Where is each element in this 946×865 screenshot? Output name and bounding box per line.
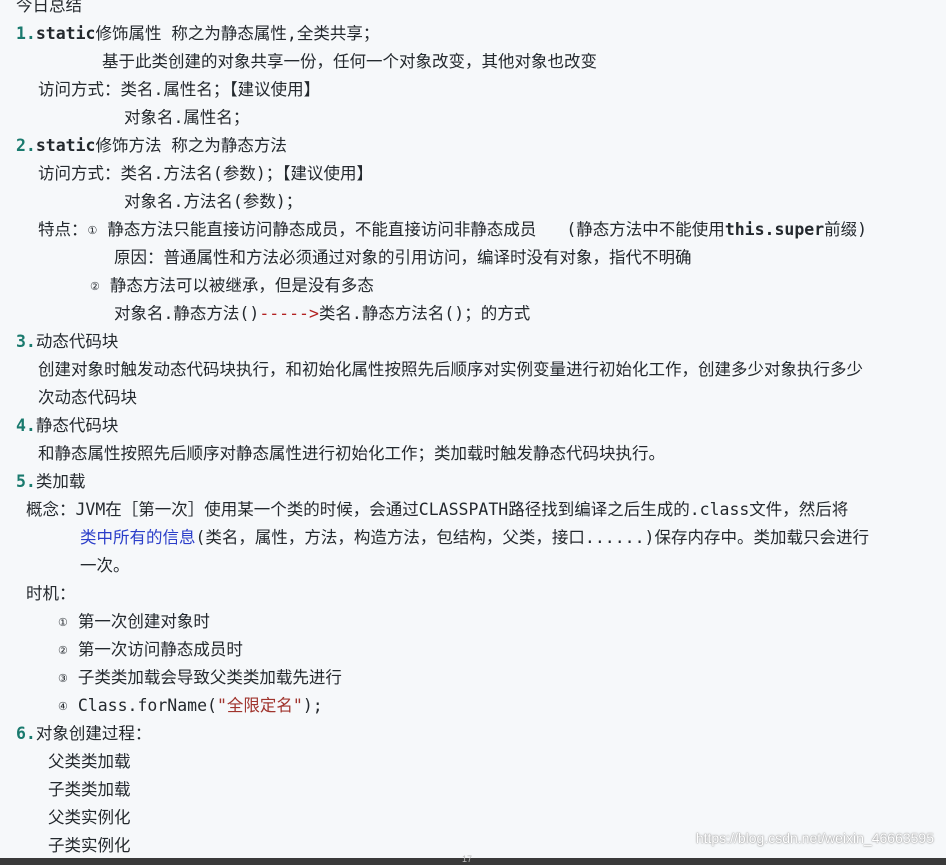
circled-one-icon: ①: [87, 224, 98, 237]
circled-three-icon: ③: [58, 672, 68, 685]
section-5-number: 5.: [16, 472, 36, 491]
timing-item-2-text: 第一次访问静态成员时: [77, 640, 243, 659]
creation-step: 子类实例化: [48, 836, 131, 855]
section-3-title: 动态代码块: [35, 332, 119, 351]
timing-item-4: ④ Class.forName("全限定名");: [58, 692, 323, 720]
section-5-heading: 5.类加载: [16, 468, 85, 496]
section-4-title: 静态代码块: [35, 416, 119, 435]
section-2-heading: 2.static修饰方法 称之为静态方法: [16, 132, 287, 160]
section-4-heading: 4.静态代码块: [16, 412, 118, 440]
section-5-title: 类加载: [35, 472, 86, 491]
call-right: 类名.静态方法名()；的方式: [318, 304, 531, 323]
section-5-concept-end: 一次。: [80, 556, 130, 575]
section-3-line-1: 创建对象时触发动态代码块执行，和初始化属性按照先后顺序对实例变量进行初始化工作，…: [38, 360, 863, 379]
section-1-access-class: 访问方式：类名.属性名；【建议使用】: [38, 80, 321, 99]
page-title: 今日总结: [16, 0, 82, 15]
section-2-feature-1: 特点：① 静态方法只能直接访问静态成员，不能直接访问非静态成员 (静态方法中不能使用…: [38, 216, 867, 244]
creation-step: 父类实例化: [48, 808, 131, 827]
timing-item-2: ② 第一次访问静态成员时: [58, 636, 243, 664]
creation-step: 子类类加载: [48, 780, 131, 799]
fully-qualified-name-string: "全限定名": [216, 696, 303, 715]
section-5-concept: 概念：JVM在［第一次］使用某一个类的时候，会通过CLASSPATH路径找到编译…: [26, 500, 849, 519]
circled-two-icon: ②: [58, 644, 68, 657]
call-left: 对象名.静态方法(): [114, 304, 260, 323]
section-2-access-object: 对象名.方法名(参数)；: [124, 192, 303, 211]
feature-1-text: 静态方法只能直接访问静态成员，不能直接访问非静态成员: [107, 220, 537, 239]
section-1-number: 1.: [16, 24, 36, 43]
document-body: 今日总结 1.static修饰属性 称之为静态属性,全类共享； 基于此类创建的对…: [0, 0, 946, 858]
timing-item-1: ① 第一次创建对象时: [58, 608, 210, 636]
bottom-bar: 17: [0, 854, 946, 865]
section-2-title: 修饰方法 称之为静态方法: [95, 136, 287, 155]
section-2-feature-2: ② 静态方法可以被继承，但是没有多态: [90, 272, 374, 300]
section-6-number: 6.: [16, 724, 36, 743]
feature-1-note-end: 前缀): [824, 220, 868, 239]
section-2-access-class: 访问方式：类名.方法名(参数)；【建议使用】: [38, 164, 374, 183]
static-keyword: static: [35, 24, 96, 43]
section-3-number: 3.: [16, 332, 36, 351]
circled-one-icon: ①: [58, 616, 68, 629]
circled-two-icon: ②: [90, 280, 100, 293]
section-4-number: 4.: [16, 416, 36, 435]
timing-item-1-text: 第一次创建对象时: [77, 612, 210, 631]
arrow-icon: ----->: [259, 304, 319, 323]
circled-four-icon: ④: [58, 700, 68, 713]
section-5-concept-b: (类名，属性，方法，构造方法，包结构，父类，接口......)保存内存中。类加载…: [195, 528, 869, 547]
static-keyword: static: [35, 136, 96, 155]
section-6-heading: 6.对象创建过程：: [16, 720, 151, 748]
timing-item-3-text: 子类类加载会导致父类类加载先进行: [77, 668, 342, 687]
this-super-keyword: this.super: [724, 220, 825, 239]
class-forname-code: Class.forName(: [77, 696, 217, 715]
feature-2-text: 静态方法可以被继承，但是没有多态: [109, 276, 374, 295]
section-6-title: 对象创建过程：: [35, 724, 152, 743]
section-1-access-object: 对象名.属性名；: [124, 108, 250, 127]
creation-step: 父类类加载: [48, 752, 131, 771]
section-3-heading: 3.动态代码块: [16, 328, 118, 356]
feature-label: 特点：: [38, 220, 88, 239]
class-info-link[interactable]: 类中所有的信息: [80, 528, 196, 547]
section-5-timing-label: 时机：: [26, 584, 76, 603]
section-2-call-comparison: 对象名.静态方法()----->类名.静态方法名()；的方式: [114, 300, 530, 328]
page-number: 17: [462, 854, 473, 864]
feature-1-note: (静态方法中不能使用: [566, 220, 725, 239]
section-1-title: 修饰属性 称之为静态属性,全类共享；: [95, 24, 380, 43]
section-1-heading: 1.static修饰属性 称之为静态属性,全类共享；: [16, 20, 379, 48]
section-4-line-1: 和静态属性按照先后顺序对静态属性进行初始化工作；类加载时触发静态代码块执行。: [38, 444, 665, 463]
code-end: );: [302, 696, 323, 715]
section-2-number: 2.: [16, 136, 36, 155]
csdn-watermark: https://blog.csdn.net/weixin_46663595: [695, 830, 934, 846]
section-5-concept-cont: 类中所有的信息(类名，属性，方法，构造方法，包结构，父类，接口......)保存…: [80, 524, 869, 552]
timing-item-3: ③ 子类类加载会导致父类类加载先进行: [58, 664, 342, 692]
section-3-line-2: 次动态代码块: [38, 388, 137, 407]
section-2-reason: 原因：普通属性和方法必须通过对象的引用访问，编译时没有对象，指代不明确: [114, 248, 692, 267]
section-1-desc: 基于此类创建的对象共享一份，任何一个对象改变，其他对象也改变: [102, 52, 597, 71]
